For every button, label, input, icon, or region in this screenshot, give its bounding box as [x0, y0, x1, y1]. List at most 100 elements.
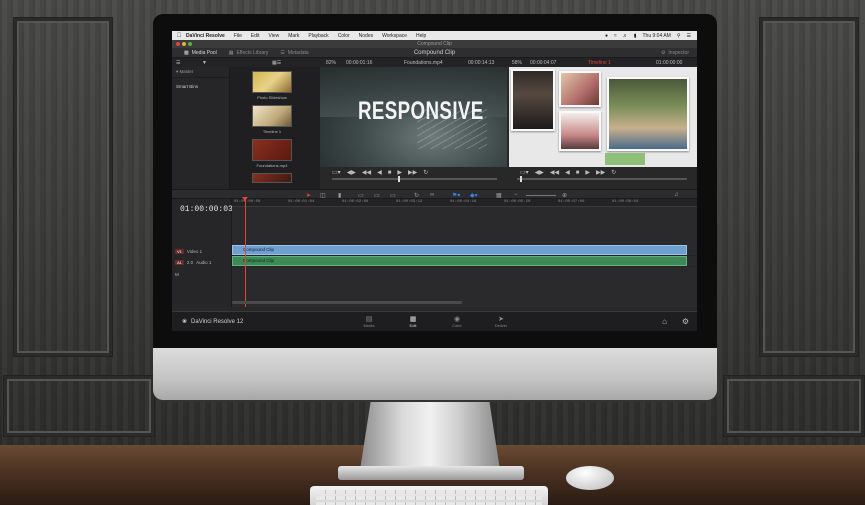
status-icon[interactable]: ●: [605, 33, 608, 39]
wall-panel-left-low: [4, 376, 154, 436]
stop-icon[interactable]: ■: [388, 170, 392, 176]
jog-forward-icon[interactable]: ▶▶: [408, 169, 417, 176]
track-header-a1[interactable]: A1 2.0 Audio 1: [172, 257, 232, 267]
menu-playback[interactable]: Playback: [308, 33, 328, 39]
replace-clip-icon[interactable]: ▭: [390, 192, 396, 199]
sort-dropdown-icon[interactable]: ▼: [202, 60, 207, 66]
zoom-slider[interactable]: [526, 195, 556, 196]
resolve-logo-icon: ❀: [182, 319, 188, 325]
clip-thumbnail[interactable]: Foundations.mp4: [252, 139, 292, 168]
overwrite-clip-icon[interactable]: ▭: [374, 192, 380, 199]
playhead[interactable]: [242, 197, 248, 307]
viewer-mode-icon[interactable]: ▭▾: [520, 169, 529, 176]
pointer-tool-icon[interactable]: ➤: [306, 192, 311, 199]
audio-clip[interactable]: Compound Clip: [232, 256, 687, 266]
loop-icon[interactable]: ↻: [423, 169, 428, 176]
timeline-viewer[interactable]: [509, 67, 697, 167]
page-deliver[interactable]: ➤ Deliver: [486, 315, 516, 328]
audio-meter-icon[interactable]: ♫: [674, 192, 679, 198]
list-view-icon[interactable]: ☰: [176, 60, 180, 66]
record-zoom[interactable]: 58%: [512, 60, 522, 66]
bin-master[interactable]: ▾ Master: [172, 67, 229, 78]
zoom-in-icon[interactable]: ⊕: [562, 192, 567, 199]
jog-reverse-icon[interactable]: ◀◀: [362, 169, 371, 176]
source-viewer[interactable]: RESPONSIVE: [320, 67, 507, 167]
source-zoom[interactable]: 82%: [326, 60, 336, 66]
loop-icon[interactable]: ↻: [611, 169, 616, 176]
play-reverse-icon[interactable]: ◀: [377, 169, 382, 176]
play-icon[interactable]: ▶: [397, 169, 402, 176]
page-media[interactable]: ▤ Media: [354, 315, 384, 328]
clip-thumbnail[interactable]: Timeline 1: [252, 105, 292, 134]
menu-nodes[interactable]: Nodes: [359, 33, 373, 39]
blade-tool-icon[interactable]: ▮: [338, 192, 341, 199]
play-icon[interactable]: ▶: [585, 169, 590, 176]
menu-app-name[interactable]: DaVinci Resolve: [186, 33, 225, 39]
timeline-scrub-handle[interactable]: [520, 176, 523, 182]
menu-help[interactable]: Help: [416, 33, 426, 39]
wifi-icon[interactable]: ≈: [614, 33, 617, 39]
tab-media-pool[interactable]: ▩ Media Pool: [184, 50, 217, 56]
trim-tool-icon[interactable]: ◫: [320, 192, 326, 199]
viewer-mode-icon[interactable]: ▭▾: [332, 169, 341, 176]
tab-effects-library[interactable]: ▦ Effects Library: [229, 50, 269, 56]
menu-view[interactable]: View: [269, 33, 280, 39]
menu-color[interactable]: Color: [338, 33, 350, 39]
track-header-m[interactable]: M: [172, 269, 232, 279]
bin-smart-bins[interactable]: Smart Bins: [172, 78, 229, 95]
source-scrub-bar[interactable]: [332, 176, 497, 182]
source-scrub-handle[interactable]: [398, 176, 400, 182]
volume-icon[interactable]: ♬: [623, 33, 628, 39]
battery-icon[interactable]: ▮: [634, 33, 637, 39]
link-icon[interactable]: ∞: [430, 192, 434, 198]
snapping-icon[interactable]: ↻: [414, 192, 419, 199]
photo-man: [511, 69, 555, 131]
home-icon[interactable]: ⌂: [662, 317, 667, 326]
stop-icon[interactable]: ■: [576, 170, 580, 176]
menu-file[interactable]: File: [234, 33, 242, 39]
in-out-icon[interactable]: ◀▶: [535, 169, 544, 176]
in-out-icon[interactable]: ◀▶: [347, 169, 356, 176]
page-color[interactable]: ◉ Color: [442, 315, 472, 328]
page-edit[interactable]: ▦ Edit: [398, 315, 428, 328]
source-timecode[interactable]: 00:00:01:16: [346, 60, 372, 66]
play-reverse-icon[interactable]: ◀: [565, 169, 570, 176]
menu-workspace[interactable]: Workspace: [382, 33, 407, 39]
marker-icon[interactable]: ◆▾: [470, 192, 478, 199]
menu-mark[interactable]: Mark: [288, 33, 299, 39]
apple-icon[interactable]: : [172, 33, 186, 39]
spotlight-icon[interactable]: ⚲: [677, 33, 681, 39]
grid-view-icon[interactable]: ▦☰: [272, 60, 281, 66]
menu-edit[interactable]: Edit: [251, 33, 260, 39]
track-header-v1[interactable]: V1 Video 1: [172, 246, 232, 256]
clip-thumbnail[interactable]: [252, 173, 292, 183]
page-edit-label: Edit: [409, 323, 417, 328]
timeline[interactable]: 01:00:00:00 01:00:01:04 01:00:02:08 01:0…: [232, 197, 697, 307]
timeline-selector[interactable]: Timeline 1: [588, 60, 611, 66]
view-options-icon[interactable]: ▦: [496, 192, 502, 199]
track-id: V1: [175, 248, 184, 254]
color-icon: ◉: [453, 316, 461, 323]
jog-forward-icon[interactable]: ▶▶: [596, 169, 605, 176]
notifications-icon[interactable]: ☰: [687, 33, 691, 39]
timeline-scrub-bar[interactable]: [517, 176, 687, 182]
close-window-button[interactable]: [176, 42, 180, 46]
tab-effects-library-label: Effects Library: [236, 49, 269, 56]
tab-metadata[interactable]: ☰ Metadata: [280, 50, 308, 56]
wall-panel-left: [14, 18, 112, 356]
timeline-scrollbar[interactable]: [232, 301, 462, 304]
minimize-window-button[interactable]: [182, 42, 186, 46]
zoom-window-button[interactable]: [188, 42, 192, 46]
zoom-out-icon[interactable]: −: [514, 192, 518, 198]
jog-reverse-icon[interactable]: ◀◀: [550, 169, 559, 176]
gear-icon[interactable]: ⚙: [682, 317, 689, 326]
insert-clip-icon[interactable]: ▭: [358, 192, 364, 199]
timeline-timecode[interactable]: 01:00:00:03: [180, 205, 233, 214]
tab-inspector[interactable]: ⚙ Inspector: [661, 50, 689, 56]
video-clip[interactable]: Compound Clip: [232, 245, 687, 255]
timeline-ruler[interactable]: 01:00:00:00 01:00:01:04 01:00:02:08 01:0…: [232, 199, 697, 207]
menu-clock[interactable]: Thu 9:04 AM: [642, 33, 670, 39]
flag-icon[interactable]: ⚑▾: [452, 192, 460, 199]
track-label: Audio 1: [196, 259, 212, 265]
clip-thumbnail[interactable]: Photo Slideshow: [252, 71, 292, 100]
